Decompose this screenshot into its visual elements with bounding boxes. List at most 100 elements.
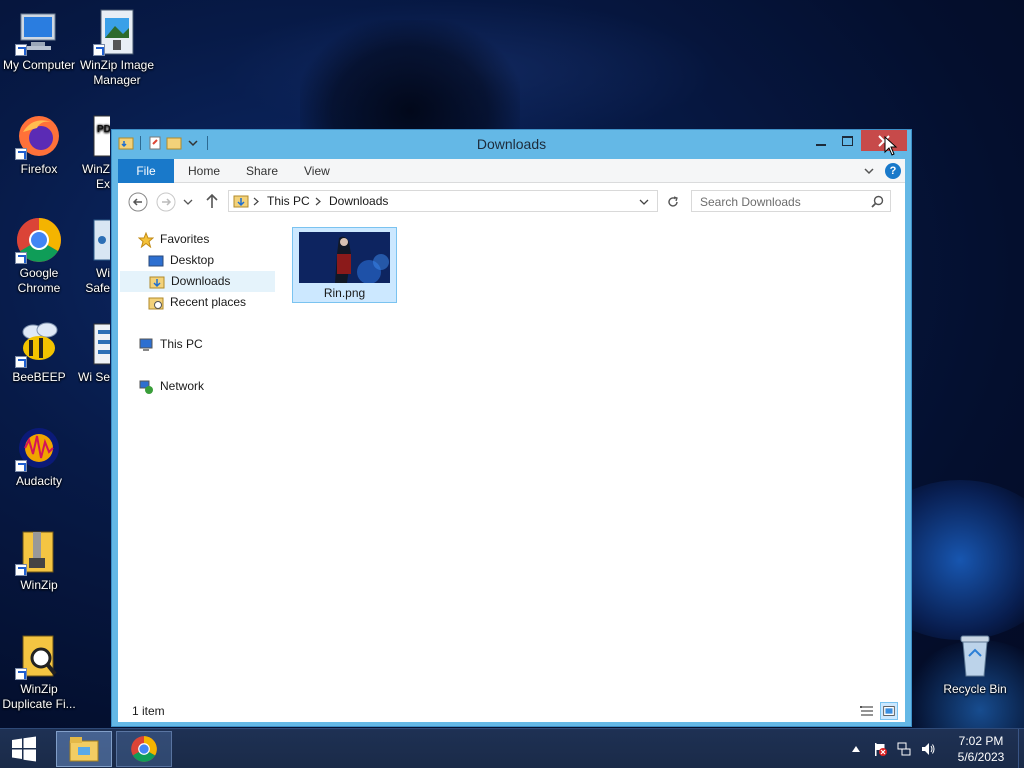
- large-icons-view-icon[interactable]: [880, 702, 898, 720]
- refresh-icon[interactable]: [666, 195, 680, 209]
- system-tray: 7:02 PM 5/6/2023: [844, 729, 1024, 768]
- winzip-icon: [15, 528, 63, 576]
- winzip-pdf-icon: PD: [92, 112, 110, 160]
- desktop-icon-my-computer[interactable]: My Computer: [0, 8, 78, 73]
- forward-icon[interactable]: [156, 192, 176, 212]
- nav-network[interactable]: Network: [138, 376, 204, 397]
- maximize-icon: [841, 135, 853, 146]
- desktop-icon-label: Audacity: [15, 474, 63, 488]
- desktop-icon-label: Recycle Bin: [943, 682, 1007, 696]
- recycle-bin-icon: [951, 632, 999, 680]
- nav-network-label: Network: [160, 379, 205, 393]
- tab-home[interactable]: Home: [188, 159, 220, 183]
- minimize-button[interactable]: [810, 130, 832, 151]
- desktop-icon-beebeep[interactable]: BeeBEEP: [0, 320, 78, 385]
- clock[interactable]: 7:02 PM 5/6/2023: [944, 733, 1018, 765]
- tab-view[interactable]: View: [304, 159, 330, 183]
- explorer-window[interactable]: Downloads File Home Share View ? This PC: [111, 129, 912, 727]
- svg-text:PD: PD: [97, 124, 110, 135]
- winzip-secure-icon: [92, 320, 110, 368]
- taskbar-file-explorer[interactable]: [56, 731, 112, 767]
- maximize-button[interactable]: [836, 130, 858, 151]
- taskbar-google-chrome[interactable]: [116, 731, 172, 767]
- desktop-icon-label: WinZip: [20, 578, 58, 592]
- desktop-icon-label: Google Chrome: [17, 266, 61, 295]
- item-count: 1 item: [132, 704, 165, 718]
- desktop-icon-winzip-image-manager[interactable]: WinZip Image Manager: [78, 8, 156, 88]
- chevron-up-icon: [852, 746, 860, 752]
- desktop-icon: [148, 255, 164, 266]
- desktop-icon-label-text: WinZip Image Manager: [79, 58, 155, 87]
- address-bar[interactable]: This PC Downloads: [228, 190, 658, 212]
- breadcrumb-chevron-icon[interactable]: [253, 197, 259, 206]
- nav-downloads[interactable]: Downloads: [120, 271, 275, 292]
- file-explorer-icon: [69, 737, 99, 762]
- volume-tray[interactable]: [919, 740, 937, 758]
- help-icon[interactable]: ?: [885, 163, 901, 179]
- start-button[interactable]: [0, 729, 48, 768]
- mouse-cursor-icon: [884, 136, 898, 156]
- file-name: Rin.png: [323, 286, 366, 300]
- computer-icon: [139, 338, 153, 351]
- file-item[interactable]: Rin.png: [292, 227, 397, 303]
- desktop-icon-label: BeeBEEP: [12, 370, 66, 384]
- tab-file[interactable]: File: [118, 159, 174, 183]
- chevron-down-icon[interactable]: [639, 197, 649, 207]
- desktop-icon-label: WinZ Ex: [82, 162, 110, 191]
- clock-time: 7:02 PM: [958, 734, 1004, 748]
- show-hidden-icons-button[interactable]: [847, 740, 865, 758]
- nav-favorites-label: Favorites: [160, 232, 210, 246]
- desktop-icon-winzip-duplicate-finder[interactable]: WinZip Duplicate Fi...: [0, 632, 78, 712]
- search-placeholder: Search Downloads: [700, 195, 801, 209]
- desktop-icon-firefox[interactable]: Firefox: [0, 112, 78, 177]
- show-desktop-button[interactable]: [1018, 729, 1024, 768]
- breadcrumb-chevron-icon[interactable]: [315, 197, 321, 206]
- network-tray[interactable]: [895, 740, 913, 758]
- recent-locations-icon[interactable]: [182, 196, 194, 208]
- network-icon: [139, 380, 153, 394]
- details-view-icon[interactable]: [858, 702, 876, 720]
- desktop-icon-winzip-safe[interactable]: Wi Safe: [78, 216, 110, 296]
- desktop-icon-recycle-bin[interactable]: Recycle Bin: [936, 632, 1014, 697]
- downloads-folder-icon: [233, 195, 249, 208]
- desktop-icon-winzip-express[interactable]: PD WinZ Ex: [78, 112, 110, 192]
- desktop-icon-audacity[interactable]: Audacity: [0, 424, 78, 489]
- breadcrumb-this-pc[interactable]: This PC: [267, 194, 310, 208]
- navigation-bar: This PC Downloads Search Downloads: [118, 183, 905, 220]
- navigation-pane: Favorites Desktop Downloads Recent place…: [118, 220, 283, 700]
- nav-desktop-label: Desktop: [170, 253, 215, 267]
- downloads-folder-icon: [149, 276, 165, 288]
- desktop-icon-winzip-secure[interactable]: Wi Se: [78, 320, 110, 385]
- search-input[interactable]: Search Downloads: [691, 190, 891, 212]
- bee-icon: [15, 320, 63, 368]
- nav-this-pc[interactable]: This PC: [138, 334, 203, 355]
- nav-downloads-label: Downloads: [171, 274, 231, 288]
- winzip-image-manager-icon: [93, 8, 141, 56]
- minimize-icon: [816, 143, 826, 146]
- flag-icon: [875, 743, 887, 756]
- breadcrumb-downloads[interactable]: Downloads: [329, 194, 388, 208]
- ribbon-controls: ?: [863, 163, 901, 179]
- desktop-icon-label: Wi Se: [78, 370, 110, 384]
- back-icon[interactable]: [128, 192, 148, 212]
- title-bar[interactable]: Downloads: [112, 130, 911, 159]
- tab-share[interactable]: Share: [246, 159, 278, 183]
- window-title: Downloads: [476, 136, 547, 152]
- search-icon[interactable]: [871, 195, 884, 208]
- nav-favorites[interactable]: Favorites: [138, 229, 209, 250]
- nav-recent-places[interactable]: Recent places: [148, 292, 246, 313]
- nav-recent-places-label: Recent places: [170, 295, 247, 309]
- expand-ribbon-icon[interactable]: [863, 165, 875, 177]
- desktop-icon-google-chrome[interactable]: Google Chrome: [0, 216, 78, 296]
- speaker-icon: [922, 743, 935, 755]
- winzip-share-icon: [92, 216, 110, 264]
- my-computer-icon: [15, 8, 63, 56]
- image-thumbnail: [299, 232, 390, 283]
- nav-desktop[interactable]: Desktop: [148, 250, 214, 271]
- desktop-icon-winzip[interactable]: WinZip: [0, 528, 78, 593]
- action-center-tray[interactable]: [871, 740, 889, 758]
- recent-places-icon: [148, 297, 164, 309]
- nav-this-pc-label: This PC: [160, 337, 203, 351]
- up-icon[interactable]: [204, 192, 220, 210]
- chrome-icon: [131, 736, 157, 762]
